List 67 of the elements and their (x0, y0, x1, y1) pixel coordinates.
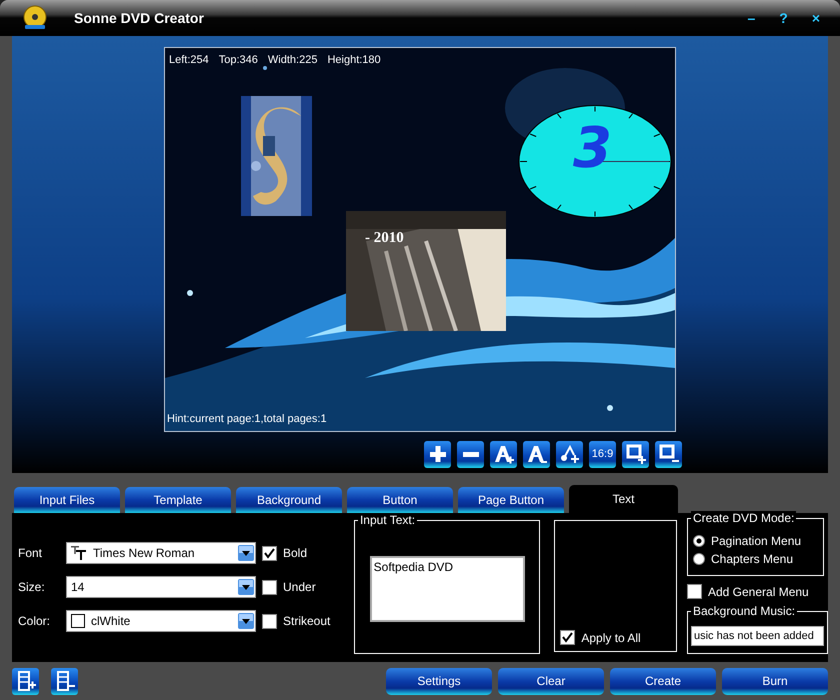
group-label: Create DVD Mode: (690, 511, 796, 525)
close-button[interactable]: × (806, 10, 826, 26)
action-button[interactable]: Settings (386, 668, 492, 694)
minimize-button[interactable]: – (741, 10, 762, 26)
position-label: Top:346 (218, 54, 258, 66)
caption-text: - 2010 (365, 230, 404, 247)
toolbar-button[interactable] (457, 440, 484, 468)
dropdown-field[interactable]: clWhite (66, 610, 256, 632)
position-label: Left:254 (169, 54, 209, 66)
text-input[interactable]: Softpedia DVD (370, 556, 525, 622)
position-label: Height:180 (327, 54, 381, 66)
checkbox-label: Add General Menu (708, 584, 809, 598)
dropdown-field[interactable]: 14 (66, 576, 256, 598)
action-button[interactable]: Clear (498, 668, 604, 694)
radio-label: Pagination Menu (710, 534, 802, 548)
tab[interactable]: Button (347, 487, 453, 513)
checkbox[interactable] (262, 614, 277, 628)
clock-digit: 3 (573, 116, 612, 181)
minus-icon (462, 452, 478, 457)
toolbar-button[interactable] (622, 440, 649, 468)
disc-icon (22, 4, 48, 31)
aspect-ratio-button[interactable]: 16:9 (589, 440, 616, 468)
radio-button[interactable] (692, 535, 705, 547)
tab[interactable]: Page Button (458, 487, 564, 513)
field-label: Font (18, 546, 44, 560)
star-dot (263, 66, 267, 70)
window-title: Sonne DVD Creator (73, 10, 205, 26)
action-button[interactable]: Burn (722, 668, 828, 694)
music-field[interactable]: usic has not been added (690, 626, 824, 646)
tab[interactable]: Input Files (14, 487, 120, 513)
checkbox[interactable] (262, 580, 277, 594)
group-label: Input Text: (358, 513, 418, 527)
font-size-up-icon (492, 443, 514, 466)
toolbar-button[interactable] (523, 440, 550, 468)
checkbox[interactable] (262, 546, 277, 560)
film-button[interactable] (12, 668, 39, 694)
font-size-down-icon (526, 443, 548, 466)
toolbar-button[interactable] (655, 440, 682, 468)
radio-button[interactable] (692, 553, 705, 565)
position-label: Width:225 (268, 54, 318, 66)
checkbox-label: Strikeout (283, 614, 330, 628)
checkbox-label: Under (283, 580, 316, 594)
hint-text: Hint:current page:1,total pages:1 (167, 412, 327, 425)
tab[interactable]: Template (125, 487, 231, 513)
field-label: Color: (18, 614, 52, 628)
frame-add-icon (624, 443, 646, 466)
group-label: Background Music: (690, 604, 798, 618)
field-label: Size: (18, 580, 46, 594)
checkbox[interactable] (560, 630, 576, 645)
radio-label: Chapters Menu (710, 552, 794, 566)
toolbar-button[interactable] (424, 440, 451, 468)
font-icon (71, 546, 87, 560)
checkbox-label: Apply to All (581, 630, 641, 644)
action-button[interactable]: Create (610, 668, 716, 694)
checkbox-label: Bold (283, 546, 308, 560)
dropdown-field[interactable]: Times New Roman (66, 542, 256, 564)
film-button[interactable] (51, 668, 78, 694)
star-dot (187, 290, 193, 296)
color-swatch-icon (71, 614, 85, 628)
tab[interactable]: Background (236, 487, 342, 513)
tab[interactable]: Text (569, 485, 678, 513)
star-dot (607, 404, 613, 411)
checkbox[interactable] (686, 584, 702, 599)
node-add-icon (558, 443, 580, 466)
toolbar-button[interactable] (556, 440, 583, 468)
toolbar-button[interactable] (490, 440, 517, 468)
help-button[interactable]: ? (773, 10, 794, 26)
